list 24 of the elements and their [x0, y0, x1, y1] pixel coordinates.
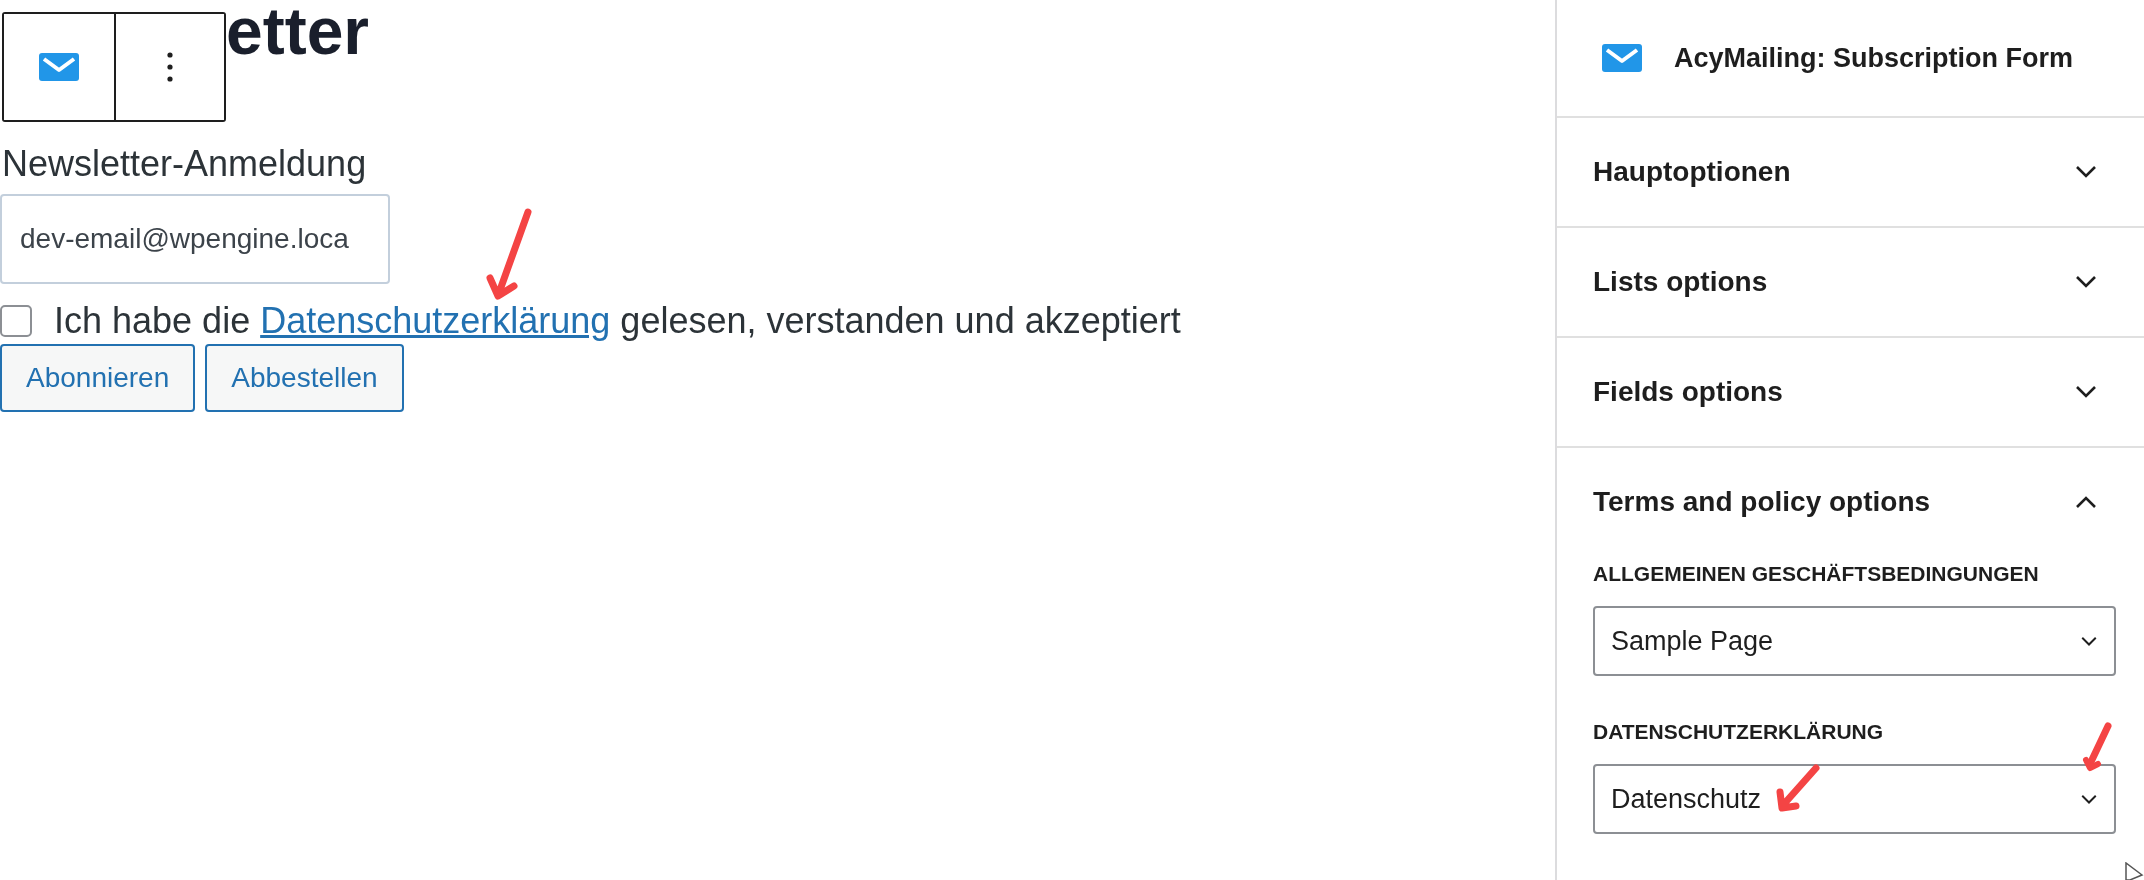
chevron-up-icon: [2074, 495, 2098, 509]
select-label: ALLGEMEINEN GESCHÄFTSBEDINGUNGEN: [1593, 561, 2040, 587]
chevron-down-icon: [2074, 165, 2098, 179]
cursor-icon: [2124, 862, 2144, 880]
chevron-down-icon: [2074, 275, 2098, 289]
privacy-link[interactable]: Datenschutzerklärung: [260, 300, 611, 341]
mail-icon: [1602, 44, 1642, 72]
field-label: Newsletter-Anmeldung: [2, 142, 367, 186]
dropdown-field[interactable]: Sample Page: [1593, 606, 2116, 676]
chevron-down-icon: [2074, 385, 2098, 399]
select-label: DATENSCHUTZERKLÄRUNG: [1593, 719, 1885, 745]
chevron-down-icon: [2080, 635, 2098, 647]
checkbox[interactable]: [0, 305, 32, 337]
email-field[interactable]: dev-email@wpengine.loca: [0, 194, 390, 284]
consent-text: Ich habe die Datenschutzerklärung gelesen, verstanden und akzeptiert: [54, 300, 1181, 342]
more-icon: [167, 52, 173, 82]
chevron-down-icon: [2080, 793, 2098, 805]
page-heading: etter: [226, 0, 370, 62]
more-options-button[interactable]: [114, 14, 224, 120]
block-title: AcyMailing: Subscription Form: [1674, 42, 2074, 74]
dropdown-field[interactable]: Datenschutz: [1593, 764, 2116, 834]
unsubscribe-button[interactable]: Abbestellen: [205, 344, 404, 412]
subscribe-button[interactable]: Abonnieren: [0, 344, 196, 412]
mail-icon: [39, 53, 79, 81]
